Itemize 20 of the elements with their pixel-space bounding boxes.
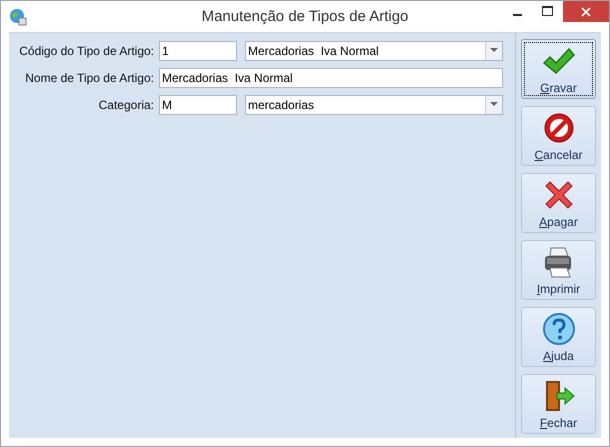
close-button[interactable] xyxy=(563,1,609,22)
code-field[interactable]: M xyxy=(159,94,237,114)
text-field[interactable]: Mercadorias Iva Normal xyxy=(159,68,503,88)
maximize-icon[interactable] xyxy=(542,6,554,17)
dropdown[interactable]: mercadorias xyxy=(245,94,503,114)
action-button[interactable]: Cancelar xyxy=(521,106,596,166)
action-button[interactable]: Imprimir xyxy=(521,240,596,300)
action-button[interactable]: Apagar xyxy=(521,173,596,233)
code-field[interactable]: 1 xyxy=(159,40,237,60)
action-button[interactable]: Gravar xyxy=(521,39,596,99)
window-title: Manutenção de Tipos de Artigo xyxy=(200,8,410,25)
globe-icon xyxy=(9,8,27,26)
field-label: Nome de Tipo de Artigo: xyxy=(24,70,155,84)
dropdown[interactable]: Mercadorias Iva Normal xyxy=(245,40,503,60)
close-icon xyxy=(581,6,591,16)
action-button[interactable]: Ajuda xyxy=(521,307,596,367)
help-icon xyxy=(540,311,576,347)
field-label: Código do Tipo de Artigo: xyxy=(18,44,155,58)
action-button[interactable]: Fechar xyxy=(521,374,596,434)
field-label: Categoria: xyxy=(98,98,155,112)
